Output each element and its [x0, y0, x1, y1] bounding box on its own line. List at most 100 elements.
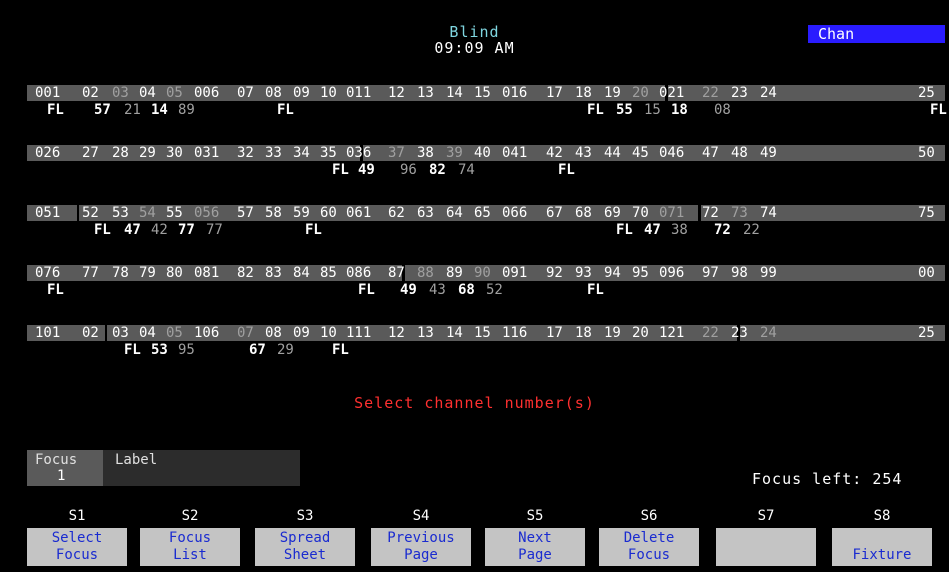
channel-number[interactable]: 15	[474, 85, 491, 101]
channel-number[interactable]: 68	[575, 205, 592, 221]
channel-number[interactable]: 77	[82, 265, 99, 281]
channel-number[interactable]: 38	[417, 145, 434, 161]
channel-number[interactable]: 67	[546, 205, 563, 221]
channel-number[interactable]: 50	[918, 145, 935, 161]
channel-number[interactable]: 021	[659, 85, 684, 101]
channel-number[interactable]: 121	[659, 325, 684, 341]
channel-number[interactable]: 92	[546, 265, 563, 281]
channel-number[interactable]: 57	[237, 205, 254, 221]
channel-number[interactable]: 14	[446, 85, 463, 101]
channel-number[interactable]: 25	[918, 325, 935, 341]
softkey-button-s7[interactable]	[716, 528, 816, 566]
channel-number[interactable]: 096	[659, 265, 684, 281]
channel-number[interactable]: 60	[320, 205, 337, 221]
channel-number[interactable]: 02	[82, 85, 99, 101]
channel-number[interactable]: 48	[731, 145, 748, 161]
softkey-button-s2[interactable]: Focus List	[140, 528, 240, 566]
softkey-button-s8[interactable]: Fixture	[832, 528, 932, 566]
channel-number[interactable]: 19	[604, 325, 621, 341]
channel-number[interactable]: 95	[632, 265, 649, 281]
channel-number[interactable]: 94	[604, 265, 621, 281]
channel-number[interactable]: 55	[166, 205, 183, 221]
channel-number[interactable]: 30	[166, 145, 183, 161]
channel-number[interactable]: 18	[575, 325, 592, 341]
channel-number[interactable]: 111	[346, 325, 371, 341]
channel-number[interactable]: 42	[546, 145, 563, 161]
channel-number[interactable]: 87	[388, 265, 405, 281]
channel-number[interactable]: 101	[35, 325, 60, 341]
channel-number[interactable]: 071	[659, 205, 684, 221]
channel-number[interactable]: 33	[265, 145, 282, 161]
channel-number[interactable]: 036	[346, 145, 371, 161]
channel-number[interactable]: 066	[502, 205, 527, 221]
channel-number[interactable]: 20	[632, 85, 649, 101]
channel-number[interactable]: 85	[320, 265, 337, 281]
channel-number[interactable]: 29	[139, 145, 156, 161]
channel-number[interactable]: 52	[82, 205, 99, 221]
channel-number[interactable]: 43	[575, 145, 592, 161]
channel-number[interactable]: 051	[35, 205, 60, 221]
channel-number[interactable]: 78	[112, 265, 129, 281]
channel-number[interactable]: 10	[320, 85, 337, 101]
channel-number[interactable]: 00	[918, 265, 935, 281]
channel-number[interactable]: 90	[474, 265, 491, 281]
softkey-button-s5[interactable]: Next Page	[485, 528, 585, 566]
channel-number[interactable]: 08	[265, 85, 282, 101]
softkey-button-s1[interactable]: Select Focus	[27, 528, 127, 566]
channel-number[interactable]: 37	[388, 145, 405, 161]
channel-number[interactable]: 04	[139, 85, 156, 101]
channel-number[interactable]: 80	[166, 265, 183, 281]
channel-number[interactable]: 02	[82, 325, 99, 341]
channel-number[interactable]: 58	[265, 205, 282, 221]
channel-number[interactable]: 106	[194, 325, 219, 341]
channel-number[interactable]: 116	[502, 325, 527, 341]
channel-number[interactable]: 34	[293, 145, 310, 161]
channel-number[interactable]: 54	[139, 205, 156, 221]
softkey-button-s3[interactable]: Spread Sheet	[255, 528, 355, 566]
channel-number[interactable]: 086	[346, 265, 371, 281]
channel-number[interactable]: 081	[194, 265, 219, 281]
channel-number[interactable]: 32	[237, 145, 254, 161]
channel-number[interactable]: 041	[502, 145, 527, 161]
channel-number[interactable]: 091	[502, 265, 527, 281]
channel-number[interactable]: 15	[474, 325, 491, 341]
channel-number[interactable]: 031	[194, 145, 219, 161]
channel-number[interactable]: 69	[604, 205, 621, 221]
channel-number[interactable]: 44	[604, 145, 621, 161]
channel-number[interactable]: 13	[417, 325, 434, 341]
channel-number[interactable]: 39	[446, 145, 463, 161]
channel-number[interactable]: 17	[546, 85, 563, 101]
channel-number[interactable]: 79	[139, 265, 156, 281]
channel-number[interactable]: 20	[632, 325, 649, 341]
channel-number[interactable]: 75	[918, 205, 935, 221]
channel-number[interactable]: 09	[293, 325, 310, 341]
channel-number[interactable]: 35	[320, 145, 337, 161]
channel-number[interactable]: 40	[474, 145, 491, 161]
channel-number[interactable]: 65	[474, 205, 491, 221]
channel-number[interactable]: 89	[446, 265, 463, 281]
channel-number[interactable]: 24	[760, 85, 777, 101]
channel-number[interactable]: 046	[659, 145, 684, 161]
channel-number[interactable]: 03	[112, 85, 129, 101]
channel-number[interactable]: 62	[388, 205, 405, 221]
channel-number[interactable]: 82	[237, 265, 254, 281]
channel-number[interactable]: 72	[702, 205, 719, 221]
channel-number[interactable]: 25	[918, 85, 935, 101]
channel-number[interactable]: 45	[632, 145, 649, 161]
channel-number[interactable]: 056	[194, 205, 219, 221]
channel-number[interactable]: 63	[417, 205, 434, 221]
channel-number[interactable]: 05	[166, 85, 183, 101]
channel-number[interactable]: 03	[112, 325, 129, 341]
channel-number[interactable]: 14	[446, 325, 463, 341]
channel-number[interactable]: 59	[293, 205, 310, 221]
channel-number[interactable]: 19	[604, 85, 621, 101]
channel-number[interactable]: 001	[35, 85, 60, 101]
channel-number[interactable]: 23	[731, 325, 748, 341]
channel-number[interactable]: 12	[388, 325, 405, 341]
channel-number[interactable]: 026	[35, 145, 60, 161]
channel-number[interactable]: 73	[731, 205, 748, 221]
channel-number[interactable]: 88	[417, 265, 434, 281]
channel-number[interactable]: 49	[760, 145, 777, 161]
channel-number[interactable]: 05	[166, 325, 183, 341]
channel-number[interactable]: 10	[320, 325, 337, 341]
